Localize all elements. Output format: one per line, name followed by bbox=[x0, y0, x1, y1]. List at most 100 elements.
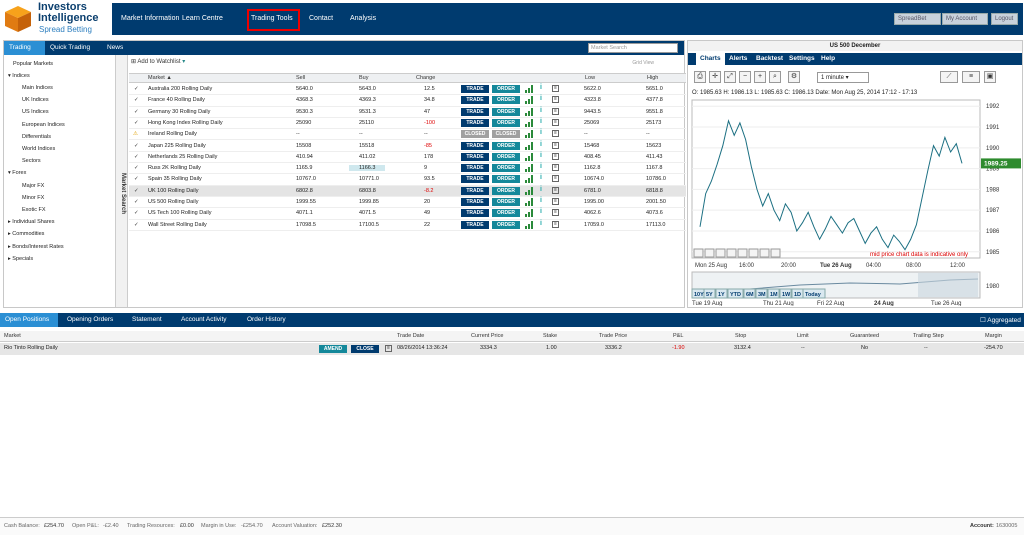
tab-settings[interactable]: Settings bbox=[785, 53, 819, 65]
draw-tool-icon[interactable]: ⟋ bbox=[940, 71, 958, 83]
nav-learn-centre[interactable]: Learn Centre bbox=[182, 15, 223, 22]
col-low[interactable]: Low bbox=[585, 75, 595, 81]
row-menu-icon[interactable]: ≡ bbox=[552, 141, 559, 149]
info-icon[interactable]: i bbox=[540, 174, 542, 181]
tree-world-indices[interactable]: World Indices bbox=[22, 146, 55, 152]
order-button[interactable]: ORDER bbox=[492, 186, 520, 195]
close-button[interactable]: CLOSE bbox=[351, 345, 379, 353]
zoom-out-icon[interactable]: − bbox=[739, 71, 751, 83]
trade-button[interactable]: TRADE bbox=[461, 175, 489, 184]
info-icon[interactable]: i bbox=[540, 186, 542, 193]
row-menu-icon[interactable]: ≡ bbox=[552, 209, 559, 217]
chart-bars-icon[interactable] bbox=[525, 130, 535, 139]
print-icon[interactable]: ⎙ bbox=[694, 71, 706, 83]
tree-indices[interactable]: ▾ Indices bbox=[8, 73, 30, 79]
tree-popular-markets[interactable]: Popular Markets bbox=[13, 61, 53, 67]
chart-bars-icon[interactable] bbox=[525, 96, 535, 105]
info-icon[interactable]: i bbox=[540, 220, 542, 227]
tab-news[interactable]: News bbox=[102, 41, 128, 55]
trade-button[interactable]: TRADE bbox=[461, 118, 489, 127]
nav-analysis[interactable]: Analysis bbox=[350, 15, 376, 22]
chart-bars-icon[interactable] bbox=[525, 152, 535, 161]
row-menu-icon[interactable]: ≡ bbox=[552, 186, 559, 194]
chart-bars-icon[interactable] bbox=[525, 175, 535, 184]
row-menu-icon[interactable]: ≡ bbox=[552, 107, 559, 115]
tab-backtest[interactable]: Backtest bbox=[752, 53, 787, 65]
info-icon[interactable]: i bbox=[540, 95, 542, 102]
tree-european-indices[interactable]: European Indices bbox=[22, 122, 65, 128]
nav-market-information[interactable]: Market Information bbox=[121, 15, 179, 22]
row-menu-icon[interactable]: ≡ bbox=[552, 118, 559, 126]
trade-button[interactable]: TRADE bbox=[461, 209, 489, 218]
zoom-icon[interactable]: ⌕ bbox=[769, 71, 781, 83]
tab-help[interactable]: Help bbox=[817, 53, 839, 65]
chart-bars-icon[interactable] bbox=[525, 85, 535, 93]
row-menu-icon[interactable]: ≡ bbox=[552, 164, 559, 172]
order-button[interactable]: ORDER bbox=[492, 96, 520, 105]
order-button[interactable]: ORDER bbox=[492, 118, 520, 127]
tree-sectors[interactable]: Sectors bbox=[22, 158, 41, 164]
amend-button[interactable]: AMEND bbox=[319, 345, 347, 353]
chart-bars-icon[interactable] bbox=[525, 209, 535, 218]
tab-open-positions[interactable]: Open Positions bbox=[0, 313, 58, 327]
order-button[interactable]: ORDER bbox=[492, 107, 520, 116]
market-row[interactable]: ✓ France 40 Rolling Daily 4368.3 4369.3 34.8… bbox=[129, 95, 686, 107]
row-menu-icon[interactable]: ≡ bbox=[385, 345, 392, 352]
price-chart[interactable]: 199219911990198919881987198619851989.25m… bbox=[690, 98, 1022, 306]
trade-button[interactable]: TRADE bbox=[461, 198, 489, 206]
col-market[interactable]: Market ▲ bbox=[148, 75, 172, 81]
tree-exotic-fx[interactable]: Exotic FX bbox=[22, 207, 46, 213]
info-icon[interactable]: i bbox=[540, 118, 542, 125]
tab-order-history[interactable]: Order History bbox=[242, 313, 291, 327]
tree-main-indices[interactable]: Main Indices bbox=[22, 85, 53, 91]
trade-button[interactable]: TRADE bbox=[461, 152, 489, 161]
col-buy[interactable]: Buy bbox=[359, 75, 368, 81]
tree-specials[interactable]: ▸ Specials bbox=[8, 256, 33, 262]
chart-bars-icon[interactable] bbox=[525, 141, 535, 150]
market-row[interactable]: ⚠ Ireland Rolling Daily -- -- -- -- -- CLOSED CL… bbox=[129, 129, 686, 141]
trade-button[interactable]: TRADE bbox=[461, 141, 489, 150]
col-sell[interactable]: Sell bbox=[296, 75, 305, 81]
chart-bars-icon[interactable] bbox=[525, 164, 535, 173]
order-button[interactable]: ORDER bbox=[492, 198, 520, 206]
tab-statement[interactable]: Statement bbox=[127, 313, 167, 327]
trade-button[interactable]: TRADE bbox=[461, 96, 489, 105]
row-menu-icon[interactable]: ≡ bbox=[552, 130, 559, 138]
logo[interactable]: Investors Intelligence Spread Betting bbox=[3, 2, 113, 35]
tab-opening-orders[interactable]: Opening Orders bbox=[62, 313, 118, 327]
info-icon[interactable]: i bbox=[540, 197, 542, 204]
info-icon[interactable]: i bbox=[540, 107, 542, 114]
add-to-watchlist-button[interactable]: ⊞ Add to Watchlist ▾ bbox=[131, 58, 185, 65]
market-search-toggle[interactable]: Market Search bbox=[116, 55, 128, 307]
trade-button[interactable]: TRADE bbox=[461, 164, 489, 173]
order-button[interactable]: ORDER bbox=[492, 175, 520, 184]
nav-contact[interactable]: Contact bbox=[309, 15, 333, 22]
market-row[interactable]: ✓ Germany 30 Rolling Daily 9530.3 9531.3 47 9… bbox=[129, 107, 686, 118]
chart-bars-icon[interactable] bbox=[525, 107, 535, 116]
tree-minor-fx[interactable]: Minor FX bbox=[22, 195, 44, 201]
market-row[interactable]: ✓ Wall Street Rolling Daily 17098.5 17100.5… bbox=[129, 220, 686, 231]
market-row[interactable]: ✓ Hong Kong Index Rolling Daily 25090 25110… bbox=[129, 118, 686, 130]
trade-button[interactable]: TRADE bbox=[461, 85, 489, 93]
info-icon[interactable]: i bbox=[540, 152, 542, 159]
order-button[interactable]: ORDER bbox=[492, 152, 520, 161]
order-button[interactable]: ORDER bbox=[492, 164, 520, 173]
market-row[interactable]: ✓ Spain 35 Rolling Daily 10767.0 10771.0 93.… bbox=[129, 174, 686, 186]
market-row[interactable]: ✓ Netherlands 25 Rolling Daily 410.94 411.0… bbox=[129, 152, 686, 164]
order-button[interactable]: ORDER bbox=[492, 85, 520, 93]
tree-uk-indices[interactable]: UK Indices bbox=[22, 97, 49, 103]
tab-alerts[interactable]: Alerts bbox=[725, 53, 751, 65]
position-row[interactable]: Rio Tinto Rolling Daily AMEND CLOSE ≡ 08… bbox=[0, 343, 1024, 355]
save-icon[interactable]: ▣ bbox=[984, 71, 996, 83]
tree-major-fx[interactable]: Major FX bbox=[22, 183, 44, 189]
chart-bars-icon[interactable] bbox=[525, 198, 535, 206]
order-button[interactable]: ORDER bbox=[492, 141, 520, 150]
spreadbet-select[interactable]: SpreadBet bbox=[894, 13, 941, 25]
row-menu-icon[interactable]: ≡ bbox=[552, 85, 559, 92]
chart-bars-icon[interactable] bbox=[525, 186, 535, 195]
indicators-icon[interactable]: ≡ bbox=[962, 71, 980, 83]
market-search-input[interactable]: Market Search bbox=[588, 43, 678, 53]
trade-button[interactable]: TRADE bbox=[461, 186, 489, 195]
row-menu-icon[interactable]: ≡ bbox=[552, 96, 559, 104]
row-menu-icon[interactable]: ≡ bbox=[552, 152, 559, 160]
